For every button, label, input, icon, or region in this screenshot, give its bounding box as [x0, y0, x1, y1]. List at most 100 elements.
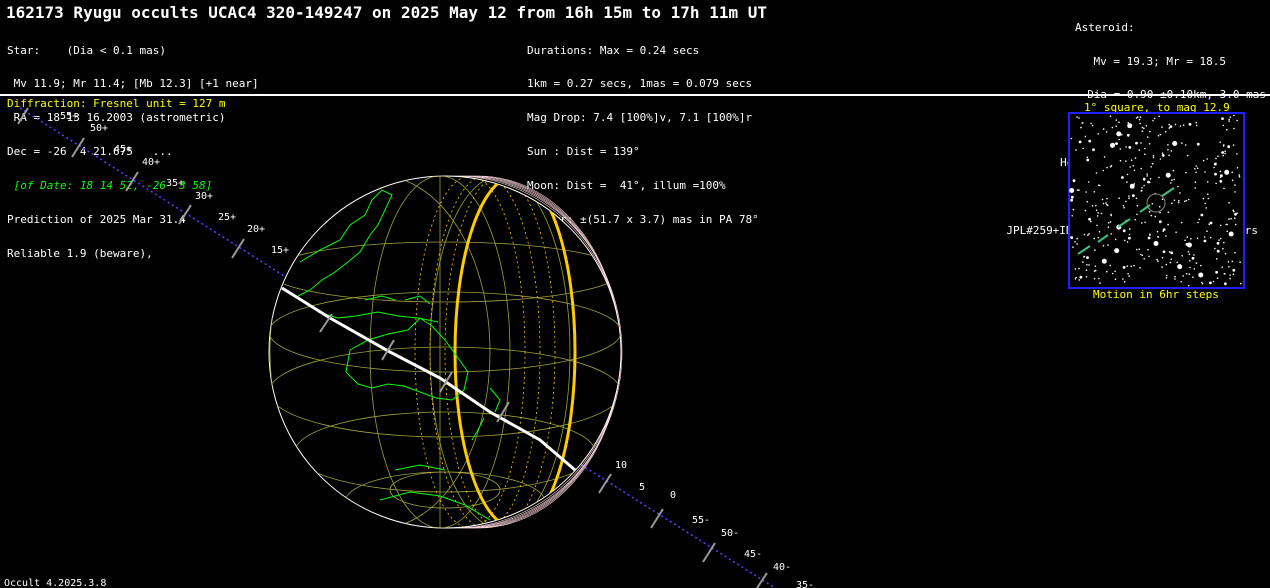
star-dot: [1140, 142, 1142, 144]
star-dot: [1133, 264, 1135, 267]
star-dot: [1093, 191, 1096, 193]
star-dot: [1149, 178, 1152, 180]
star-dot: [1132, 165, 1134, 167]
star-dot: [1182, 124, 1185, 126]
star-dot: [1123, 281, 1126, 283]
star-dot: [1189, 260, 1191, 262]
star-dot: [1157, 236, 1159, 238]
star-dot: [1186, 154, 1189, 157]
star-dot: [1222, 154, 1224, 157]
time-label: 55+: [60, 111, 78, 122]
star-dot: [1193, 254, 1195, 256]
star-dot: [1182, 275, 1184, 277]
star-dot: [1144, 153, 1146, 155]
star-dot: [1224, 152, 1226, 155]
star-dot: [1238, 175, 1241, 178]
star-dot: [1127, 123, 1133, 129]
time-label: 30+: [195, 191, 213, 202]
star-dot: [1111, 272, 1114, 275]
star-dot: [1204, 202, 1206, 205]
star-dot: [1140, 167, 1142, 170]
star-dot: [1130, 159, 1133, 161]
star-dot: [1150, 166, 1152, 168]
version-label: Occult 4.2025.3.8: [4, 578, 106, 588]
star-dot: [1152, 155, 1155, 157]
star-dot: [1083, 233, 1086, 236]
time-label: 20+: [247, 224, 265, 235]
star-dot: [1098, 230, 1101, 233]
star-dot: [1151, 202, 1154, 205]
star-dot: [1168, 154, 1170, 157]
star-dot: [1092, 148, 1095, 152]
star-dot: [1143, 184, 1145, 187]
time-label: 40+: [142, 157, 160, 168]
star-dot: [1095, 209, 1098, 211]
star-dot: [1159, 158, 1162, 160]
star-dot: [1141, 190, 1143, 192]
star-dot: [1138, 118, 1141, 121]
star-dot: [1110, 233, 1112, 235]
star-dot: [1165, 235, 1167, 237]
star-dot: [1229, 277, 1231, 280]
star-dot: [1156, 258, 1158, 261]
star-dot: [1206, 230, 1208, 232]
time-label: 35-: [796, 580, 814, 588]
star-dot: [1227, 261, 1230, 263]
star-dot: [1078, 117, 1080, 119]
star-dot: [1212, 280, 1215, 283]
star-dot: [1195, 165, 1197, 167]
star-dot: [1095, 204, 1097, 207]
time-label: 45+: [114, 144, 132, 155]
star-dot: [1176, 261, 1178, 264]
star-dot: [1130, 184, 1132, 186]
star-dot: [1167, 149, 1169, 151]
star-dot: [1146, 175, 1148, 177]
star-dot: [1107, 222, 1110, 224]
star-dot: [1114, 270, 1116, 273]
star-dot: [1087, 181, 1090, 183]
star-dot: [1141, 187, 1143, 189]
star-dot: [1107, 226, 1110, 228]
star-dot: [1158, 220, 1162, 224]
star-dot: [1232, 209, 1234, 212]
star-dot: [1209, 281, 1212, 285]
star-dot: [1139, 122, 1141, 125]
star-dot: [1125, 160, 1127, 162]
star-dot: [1135, 197, 1138, 200]
star-dot: [1188, 273, 1190, 275]
star-dot: [1124, 239, 1126, 242]
star-dot: [1193, 268, 1196, 270]
star-dot: [1097, 212, 1099, 214]
star-dot: [1188, 122, 1192, 126]
star-dot: [1228, 218, 1230, 220]
star-dot: [1126, 181, 1128, 183]
star-dot: [1146, 173, 1148, 175]
star-dot: [1090, 220, 1092, 223]
star-dot: [1072, 208, 1075, 211]
star-dot: [1082, 122, 1084, 124]
star-dot: [1126, 241, 1129, 243]
star-dot: [1172, 141, 1178, 146]
star-dot: [1147, 236, 1151, 240]
star-dot: [1185, 171, 1187, 174]
star-dot: [1114, 238, 1117, 241]
star-dot: [1162, 250, 1166, 254]
star-dot: [1088, 139, 1092, 143]
star-dot: [1069, 188, 1075, 193]
star-dot: [1148, 143, 1151, 145]
star-dot: [1191, 256, 1195, 260]
time-label: 10: [615, 460, 627, 471]
star-dot: [1161, 198, 1164, 201]
star-dot: [1134, 157, 1137, 159]
star-dot: [1125, 200, 1127, 203]
star-dot: [1174, 123, 1177, 126]
star-dot: [1215, 162, 1217, 165]
star-dot: [1128, 195, 1130, 197]
star-dot: [1112, 142, 1115, 145]
star-dot: [1234, 184, 1236, 186]
star-dot: [1240, 282, 1242, 285]
star-dot: [1154, 215, 1157, 218]
star-dot: [1128, 233, 1131, 236]
star-dot: [1078, 189, 1080, 191]
star-dot: [1224, 150, 1226, 152]
